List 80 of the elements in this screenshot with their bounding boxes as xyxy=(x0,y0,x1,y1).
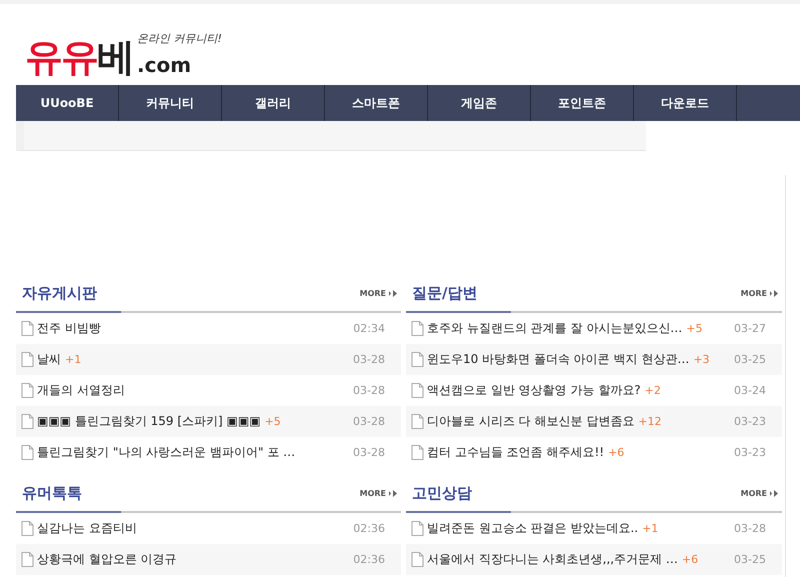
board-title[interactable]: 유머톡톡 xyxy=(22,484,82,502)
more-link[interactable]: MORE xyxy=(740,288,778,298)
comment-count: +1 xyxy=(65,353,82,366)
comment-count: +6 xyxy=(608,446,624,459)
post-title: 디아블로 시리즈 다 해보신분 답변좀요 xyxy=(427,413,634,430)
comment-count: +3 xyxy=(693,353,710,366)
document-icon xyxy=(21,321,34,336)
document-icon xyxy=(411,414,424,429)
arrow-icon xyxy=(770,290,778,296)
document-icon xyxy=(21,521,34,536)
post-time: 02:36 xyxy=(353,553,385,566)
comment-count: +12 xyxy=(638,415,662,428)
post-row[interactable]: 컴터 고수님들 조언좀 해주세요!! +6 03-23 xyxy=(406,437,782,468)
board-title[interactable]: 질문/답변 xyxy=(412,284,478,302)
post-row[interactable]: 전주 비빔빵 02:34 xyxy=(16,313,401,344)
post-title: 상황극에 혈압오른 이경규 xyxy=(37,551,177,568)
document-icon xyxy=(21,552,34,567)
post-row[interactable]: 빌려준돈 원고승소 판결은 받았는데요.. +1 03-28 xyxy=(406,513,782,544)
document-icon xyxy=(21,445,34,460)
post-time: 03-23 xyxy=(734,415,766,428)
post-title: 날씨 xyxy=(37,351,61,368)
post-row[interactable]: 실감나는 요즘티비 02:36 xyxy=(16,513,401,544)
post-row[interactable]: 날씨 +1 03-28 xyxy=(16,344,401,375)
post-time: 03-24 xyxy=(734,384,766,397)
post-row[interactable]: 서울에서 직장다니는 사회초년생,,,주거문제 … +6 03-25 xyxy=(406,544,782,575)
document-icon xyxy=(21,352,34,367)
post-title: 액션캠으로 일반 영상촬영 가능 할까요? xyxy=(427,382,641,399)
post-row[interactable]: 호주와 뉴질랜드의 관계를 잘 아시는분있으신… +5 03-27 xyxy=(406,313,782,344)
post-title: 호주와 뉴질랜드의 관계를 잘 아시는분있으신… xyxy=(427,320,682,337)
post-time: 03-28 xyxy=(353,384,385,397)
document-icon xyxy=(21,383,34,398)
post-title: 컴터 고수님들 조언좀 해주세요!! xyxy=(427,444,604,461)
post-time: 02:36 xyxy=(353,522,385,535)
post-title: 서울에서 직장다니는 사회초년생,,,주거문제 … xyxy=(427,551,678,568)
document-icon xyxy=(411,521,424,536)
document-icon xyxy=(21,414,34,429)
post-title: 틀린그림찾기 "나의 사랑스러운 뱀파이어" 포 … xyxy=(37,444,296,461)
logo-wordmark[interactable]: 유유베 xyxy=(25,38,135,76)
more-link[interactable]: MORE xyxy=(740,488,778,498)
document-icon xyxy=(411,321,424,336)
document-icon xyxy=(411,445,424,460)
comment-count: +6 xyxy=(682,553,698,566)
comment-count: +5 xyxy=(264,415,281,428)
more-link[interactable]: MORE xyxy=(360,488,397,498)
post-time: 03-28 xyxy=(734,522,766,535)
document-icon xyxy=(411,552,424,567)
post-row[interactable]: 액션캠으로 일반 영상촬영 가능 할까요? +2 03-24 xyxy=(406,375,782,406)
logo-domain: .com xyxy=(137,54,192,76)
document-icon xyxy=(411,383,424,398)
post-time: 03-28 xyxy=(353,415,385,428)
post-title: 빌려준돈 원고승소 판결은 받았는데요.. xyxy=(427,520,638,537)
post-title: 실감나는 요즘티비 xyxy=(37,520,137,537)
comment-count: +2 xyxy=(644,384,661,397)
post-time: 03-28 xyxy=(353,446,385,459)
more-link[interactable]: MORE xyxy=(360,288,397,298)
post-title: 개들의 서열정리 xyxy=(37,382,125,399)
post-time: 03-25 xyxy=(734,353,766,366)
board-title[interactable]: 고민상담 xyxy=(412,484,472,502)
comment-count: +5 xyxy=(686,322,702,335)
arrow-icon xyxy=(389,290,397,296)
post-row[interactable]: 디아블로 시리즈 다 해보신분 답변좀요 +12 03-23 xyxy=(406,406,782,437)
post-time: 03-28 xyxy=(353,353,385,366)
document-icon xyxy=(411,352,424,367)
comment-count: +1 xyxy=(642,522,658,535)
post-time: 03-25 xyxy=(734,553,766,566)
post-row[interactable]: 윈도우10 바탕화면 폴더속 아이콘 백지 현상관… +3 03-25 xyxy=(406,344,782,375)
post-row[interactable]: 개들의 서열정리 03-28 xyxy=(16,375,401,406)
post-title: 윈도우10 바탕화면 폴더속 아이콘 백지 현상관… xyxy=(427,351,690,368)
post-time: 02:34 xyxy=(353,322,385,335)
arrow-icon xyxy=(770,490,778,496)
post-title: ▣▣▣ 틀린그림찾기 159 [스파키] ▣▣▣ xyxy=(37,413,261,430)
arrow-icon xyxy=(389,490,397,496)
post-row[interactable]: 상황극에 혈압오른 이경규 02:36 xyxy=(16,544,401,575)
post-title: 전주 비빔빵 xyxy=(37,320,101,337)
logo-tagline: 온라인 커뮤니티! xyxy=(137,31,222,46)
board-title[interactable]: 자유게시판 xyxy=(22,284,97,302)
post-row[interactable]: 틀린그림찾기 "나의 사랑스러운 뱀파이어" 포 … 03-28 xyxy=(16,437,401,468)
post-row[interactable]: ▣▣▣ 틀린그림찾기 159 [스파키] ▣▣▣ +5 03-28 xyxy=(16,406,401,437)
post-time: 03-23 xyxy=(734,446,766,459)
post-time: 03-27 xyxy=(734,322,766,335)
